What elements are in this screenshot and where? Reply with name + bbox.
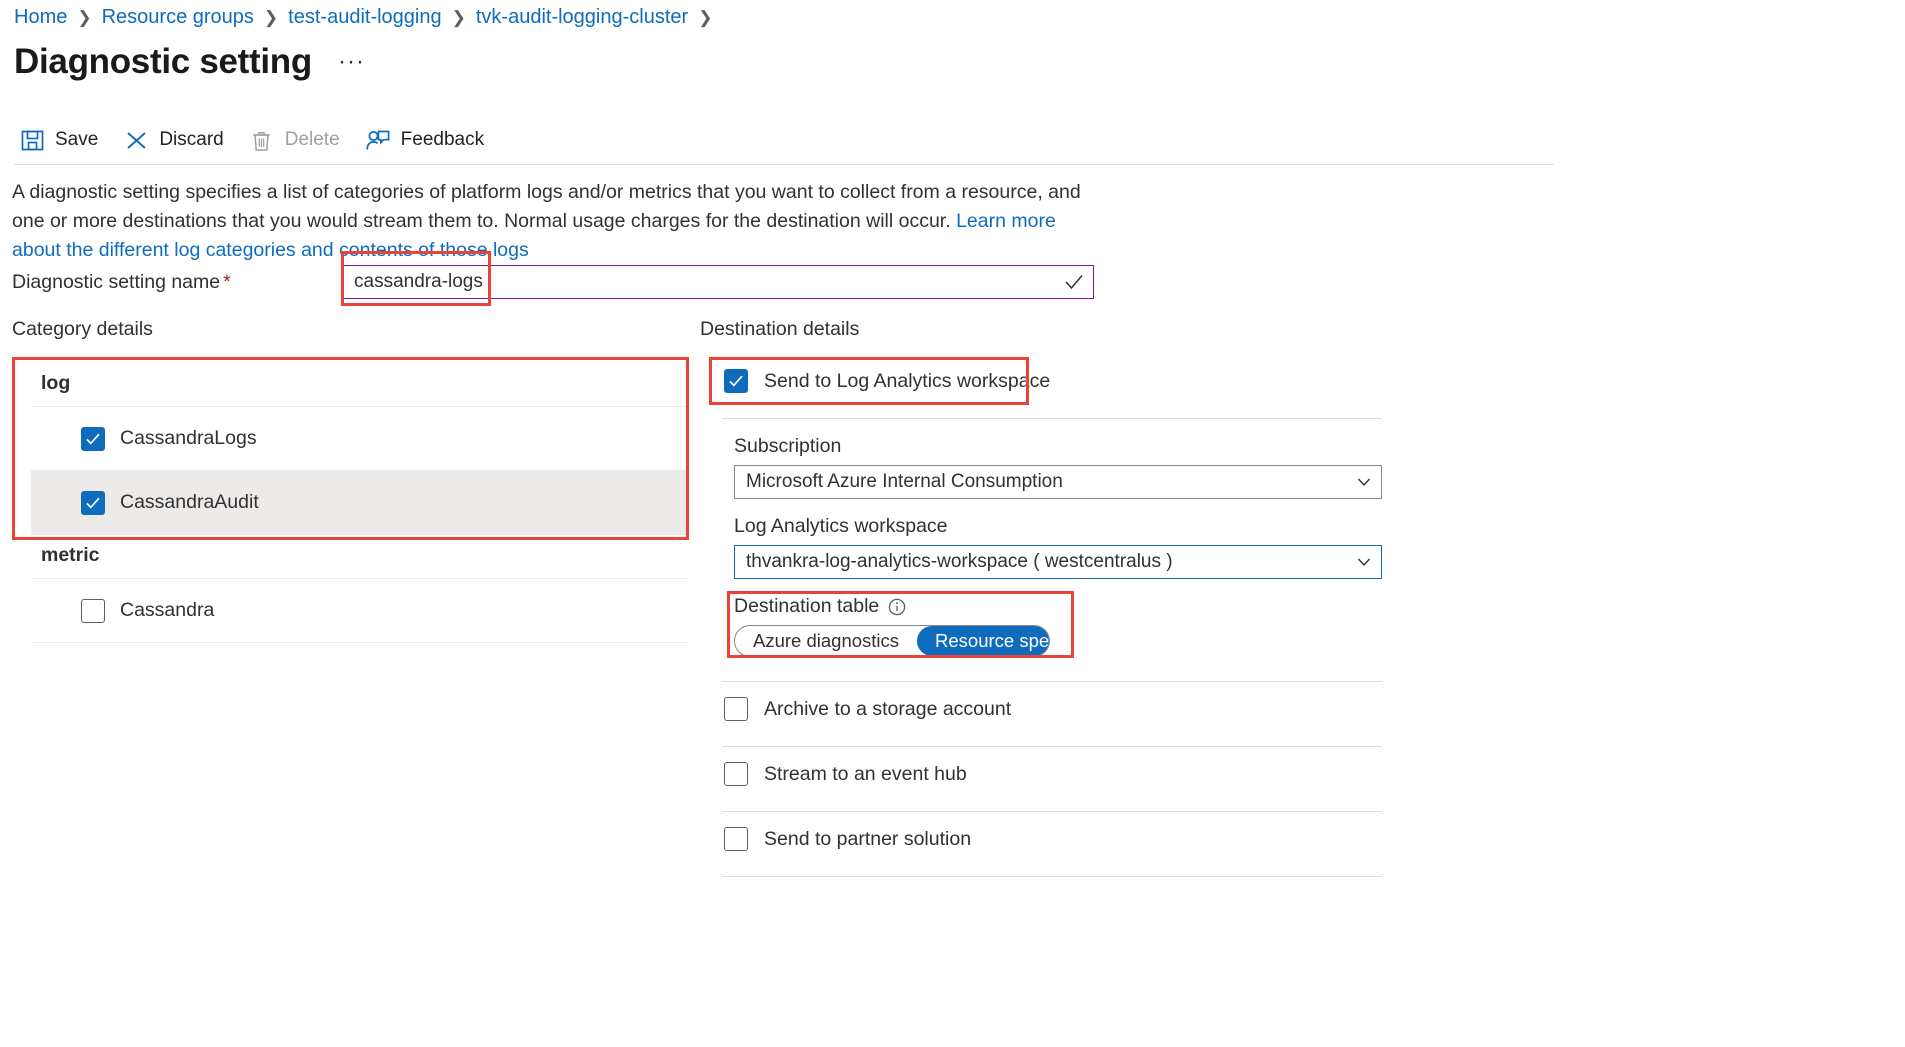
checkbox-cassandra-metric[interactable] (81, 599, 105, 623)
send-to-log-analytics-label: Send to Log Analytics workspace (764, 370, 1050, 393)
breadcrumb-item-test-audit-logging[interactable]: test-audit-logging (288, 6, 441, 29)
destination-details-heading: Destination details (700, 318, 859, 341)
destination-table-label-text: Destination table (734, 595, 879, 618)
archive-to-storage-row[interactable]: Archive to a storage account (722, 686, 1382, 732)
category-row-cassandra-metric[interactable]: Cassandra (31, 579, 688, 643)
info-icon[interactable] (888, 598, 906, 616)
page-title: Diagnostic setting (14, 42, 312, 82)
workspace-label-text: Log Analytics workspace (734, 515, 948, 538)
stream-to-event-hub-label: Stream to an event hub (764, 763, 967, 786)
diagnostic-setting-name-label: Diagnostic setting name* (12, 271, 342, 294)
toggle-option-azure-diagnostics[interactable]: Azure diagnostics (735, 626, 917, 656)
send-to-log-analytics-row[interactable]: Send to Log Analytics workspace (722, 358, 1382, 404)
divider (722, 681, 1382, 682)
breadcrumb-chevron-icon: ❯ (77, 8, 91, 28)
diagnostic-setting-name-input[interactable] (343, 266, 1093, 298)
breadcrumb-chevron-icon: ❯ (698, 8, 712, 28)
destination-details-panel: Send to Log Analytics workspace Subscrip… (722, 358, 1382, 877)
checkbox-archive-to-storage[interactable] (724, 697, 748, 721)
name-label-text: Diagnostic setting name (12, 271, 220, 293)
stream-to-event-hub-row[interactable]: Stream to an event hub (722, 751, 1382, 797)
category-group-header-metric: metric (31, 535, 688, 579)
destination-table-field: Destination table Azure diagnostics Reso… (722, 579, 1382, 657)
category-row-label: Cassandra (120, 599, 214, 622)
checkbox-send-to-partner-solution[interactable] (724, 827, 748, 851)
save-icon (20, 128, 44, 152)
divider (722, 811, 1382, 812)
feedback-button[interactable]: Feedback (364, 123, 494, 157)
discard-button[interactable]: Discard (122, 123, 233, 157)
page-description: A diagnostic setting specifies a list of… (12, 178, 1102, 265)
category-group-header-log: log (31, 363, 688, 407)
required-marker: * (223, 271, 231, 293)
destination-table-label: Destination table (734, 595, 1382, 618)
subscription-dropdown[interactable]: Microsoft Azure Internal Consumption (734, 465, 1382, 499)
save-button[interactable]: Save (18, 123, 108, 157)
breadcrumb-chevron-icon: ❯ (452, 8, 466, 28)
toggle-option-resource-specific[interactable]: Resource specific (917, 626, 1050, 656)
subscription-label-text: Subscription (734, 435, 841, 458)
feedback-label: Feedback (401, 129, 484, 151)
send-to-partner-solution-row[interactable]: Send to partner solution (722, 816, 1382, 862)
chevron-down-icon (1357, 555, 1371, 569)
category-details-panel: log CassandraLogs CassandraAudit metric … (31, 363, 688, 643)
breadcrumb-chevron-icon: ❯ (264, 8, 278, 28)
category-row-cassandralogs[interactable]: CassandraLogs (31, 407, 688, 471)
save-label: Save (55, 129, 98, 151)
title-row: Diagnostic setting ··· (14, 42, 365, 82)
breadcrumb-item-tvk-audit-logging-cluster[interactable]: tvk-audit-logging-cluster (476, 6, 688, 29)
subscription-field: Subscription Microsoft Azure Internal Co… (722, 419, 1382, 499)
send-to-partner-solution-label: Send to partner solution (764, 828, 971, 851)
workspace-field: Log Analytics workspace thvankra-log-ana… (722, 499, 1382, 579)
destination-table-toggle[interactable]: Azure diagnostics Resource specific (734, 625, 1050, 657)
workspace-dropdown[interactable]: thvankra-log-analytics-workspace ( westc… (734, 545, 1382, 579)
category-row-label: CassandraAudit (120, 491, 259, 514)
divider (722, 876, 1382, 877)
workspace-label: Log Analytics workspace (734, 515, 1382, 538)
checkmark-icon (1064, 272, 1084, 292)
trash-icon (250, 128, 274, 152)
breadcrumb-item-home[interactable]: Home (14, 6, 67, 29)
checkbox-send-to-log-analytics[interactable] (724, 369, 748, 393)
category-row-cassandraaudit[interactable]: CassandraAudit (31, 471, 688, 535)
workspace-value: thvankra-log-analytics-workspace ( westc… (746, 551, 1173, 573)
subscription-value: Microsoft Azure Internal Consumption (746, 471, 1063, 493)
breadcrumb-item-resource-groups[interactable]: Resource groups (102, 6, 254, 29)
subscription-label: Subscription (734, 435, 1382, 458)
feedback-person-icon (366, 128, 390, 152)
checkbox-cassandralogs[interactable] (81, 427, 105, 451)
diagnostic-setting-name-row: Diagnostic setting name* (12, 265, 1094, 299)
delete-label: Delete (285, 129, 340, 151)
category-details-heading: Category details (12, 318, 153, 341)
category-row-label: CassandraLogs (120, 427, 257, 450)
command-toolbar: Save Discard D (18, 121, 508, 159)
chevron-down-icon (1357, 475, 1371, 489)
more-options-icon[interactable]: ··· (338, 48, 365, 76)
divider (722, 746, 1382, 747)
breadcrumb: Home ❯ Resource groups ❯ test-audit-logg… (14, 6, 722, 29)
close-icon (124, 128, 148, 152)
discard-label: Discard (159, 129, 223, 151)
description-text: A diagnostic setting specifies a list of… (12, 181, 1081, 232)
checkbox-stream-to-event-hub[interactable] (724, 762, 748, 786)
checkbox-cassandraaudit[interactable] (81, 491, 105, 515)
toolbar-divider (14, 164, 1554, 165)
diagnostic-setting-page: Home ❯ Resource groups ❯ test-audit-logg… (0, 0, 1905, 1047)
archive-to-storage-label: Archive to a storage account (764, 698, 1011, 721)
delete-button: Delete (248, 123, 350, 157)
diagnostic-setting-name-input-wrap (342, 265, 1094, 299)
